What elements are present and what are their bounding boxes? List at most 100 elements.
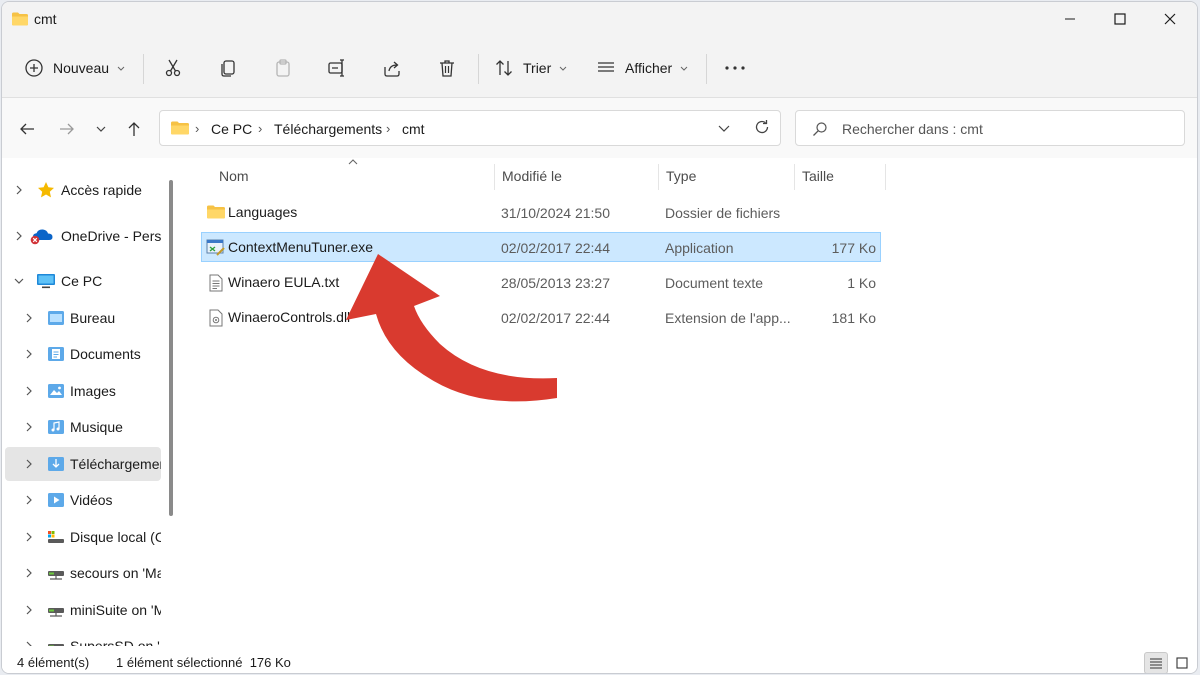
delete-button[interactable] [437, 50, 457, 86]
maximize-icon [1114, 13, 1126, 25]
address-bar[interactable]: › Ce PC › Téléchargements › cmt [159, 110, 781, 146]
sidebar-item-videos[interactable]: Vidéos [5, 483, 161, 517]
column-header-name[interactable]: Nom [219, 168, 249, 184]
search-box[interactable] [795, 110, 1185, 146]
sidebar-item-documents[interactable]: Documents [5, 337, 161, 371]
back-button[interactable] [16, 118, 38, 140]
chevron-right-icon [26, 532, 32, 542]
sidebar-item-downloads[interactable]: Téléchargements [5, 447, 161, 481]
sidebar-item-label: Images [70, 383, 116, 399]
chevron-right-icon [16, 185, 22, 195]
chevron-down-icon [559, 66, 567, 71]
file-row-languages[interactable]: Languages 31/10/2024 21:50 Dossier de fi… [201, 197, 881, 227]
details-view-icon [1150, 658, 1162, 669]
sidebar-item-label: Vidéos [70, 492, 113, 508]
minimize-icon [1065, 18, 1075, 20]
details-view-button[interactable] [1144, 652, 1168, 673]
cut-button[interactable] [163, 50, 183, 86]
chevron-right-icon [26, 568, 32, 578]
address-row: › Ce PC › Téléchargements › cmt [2, 98, 1197, 158]
folder-icon [170, 120, 190, 139]
paste-button[interactable] [273, 50, 293, 86]
sidebar-item-onedrive[interactable]: OneDrive - Perso [5, 219, 161, 253]
exe-icon [206, 239, 225, 256]
monitor-icon [37, 274, 55, 289]
network-drive-icon [48, 608, 64, 617]
item-count: 4 élément(s) [17, 655, 90, 670]
explorer-window: cmt Nouveau Trier Afficher › Ce PC › Tél… [1, 1, 1198, 674]
refresh-icon [755, 120, 769, 134]
sidebar-item-music[interactable]: Musique [5, 410, 161, 444]
toolbar-divider [706, 54, 707, 84]
copy-button[interactable] [218, 50, 238, 86]
recent-locations-button[interactable] [90, 118, 112, 140]
breadcrumb-cmt[interactable]: cmt [402, 121, 425, 137]
star-icon [38, 182, 54, 198]
sidebar-item-local-disk[interactable]: Disque local (C:) [5, 520, 161, 554]
title-bar: cmt [2, 2, 1197, 36]
column-header-modified[interactable]: Modifié le [502, 168, 562, 184]
chevron-right-icon: › [386, 121, 391, 136]
sidebar-item-label: secours on 'Ma [70, 565, 161, 581]
sidebar-item-desktop[interactable]: Bureau [5, 301, 161, 335]
chevron-right-icon [26, 495, 32, 505]
music-folder-icon [48, 420, 64, 434]
navigation-pane: Accès rapide OneDrive - Perso Ce PC Bure… [2, 170, 174, 646]
drive-icon [48, 531, 64, 543]
sort-label: Trier [523, 60, 552, 76]
search-input[interactable] [842, 119, 1162, 139]
arrow-right-icon [60, 123, 74, 135]
column-divider[interactable] [494, 164, 495, 190]
rename-icon [328, 59, 344, 77]
sidebar-item-pictures[interactable]: Images [5, 374, 161, 408]
rename-button[interactable] [327, 50, 347, 86]
file-type: Document texte [665, 275, 764, 291]
sidebar-item-label: Téléchargements [70, 456, 161, 472]
sidebar-item-this-pc[interactable]: Ce PC [5, 264, 161, 298]
address-history-button[interactable] [718, 121, 730, 137]
share-button[interactable] [382, 50, 402, 86]
new-button[interactable]: Nouveau [24, 50, 125, 86]
view-button[interactable]: Afficher [596, 50, 688, 86]
arrow-up-icon [128, 122, 140, 136]
forward-button[interactable] [56, 118, 78, 140]
folder-icon [207, 205, 225, 219]
chevron-right-icon [26, 605, 32, 615]
breadcrumb-this-pc[interactable]: Ce PC [211, 121, 252, 137]
new-label: Nouveau [53, 60, 110, 76]
sidebar-scrollbar[interactable] [169, 180, 173, 516]
minimize-button[interactable] [1045, 2, 1095, 36]
toolbar-divider [478, 54, 479, 84]
chevron-right-icon [16, 231, 22, 241]
sidebar-item-network-drive-superssd[interactable]: SupersSD on 'M [5, 629, 161, 646]
sidebar-item-label: Musique [70, 419, 123, 435]
sort-button[interactable]: Trier [494, 50, 567, 86]
file-size: 181 Ko [831, 310, 876, 326]
sidebar-item-network-drive-secours[interactable]: secours on 'Ma [5, 556, 161, 590]
view-label: Afficher [625, 60, 673, 76]
more-dots-icon [725, 66, 745, 70]
arrow-left-icon [20, 123, 34, 135]
sidebar-item-network-drive-minisuite[interactable]: miniSuite on 'M [5, 593, 161, 627]
column-header-type[interactable]: Type [666, 168, 696, 184]
onedrive-cloud-icon [30, 229, 53, 245]
up-button[interactable] [123, 118, 145, 140]
breadcrumb-downloads[interactable]: Téléchargements [274, 121, 382, 137]
column-divider[interactable] [658, 164, 659, 190]
sidebar-item-quick-access[interactable]: Accès rapide [5, 173, 161, 207]
plus-circle-icon [25, 59, 43, 77]
column-divider[interactable] [794, 164, 795, 190]
refresh-button[interactable] [754, 119, 770, 138]
tiles-view-button[interactable] [1170, 652, 1194, 673]
sidebar-item-label: Bureau [70, 310, 116, 326]
more-options-button[interactable] [724, 50, 746, 86]
close-button[interactable] [1145, 2, 1195, 36]
column-header-size[interactable]: Taille [802, 168, 834, 184]
desktop-folder-icon [48, 311, 64, 325]
selection-info: 1 élément sélectionné 176 Ko [116, 655, 291, 670]
column-divider[interactable] [885, 164, 886, 190]
red-arrow-annotation [346, 254, 557, 402]
network-drive-icon [48, 571, 64, 580]
file-type: Dossier de fichiers [665, 205, 781, 221]
maximize-button[interactable] [1095, 2, 1145, 36]
